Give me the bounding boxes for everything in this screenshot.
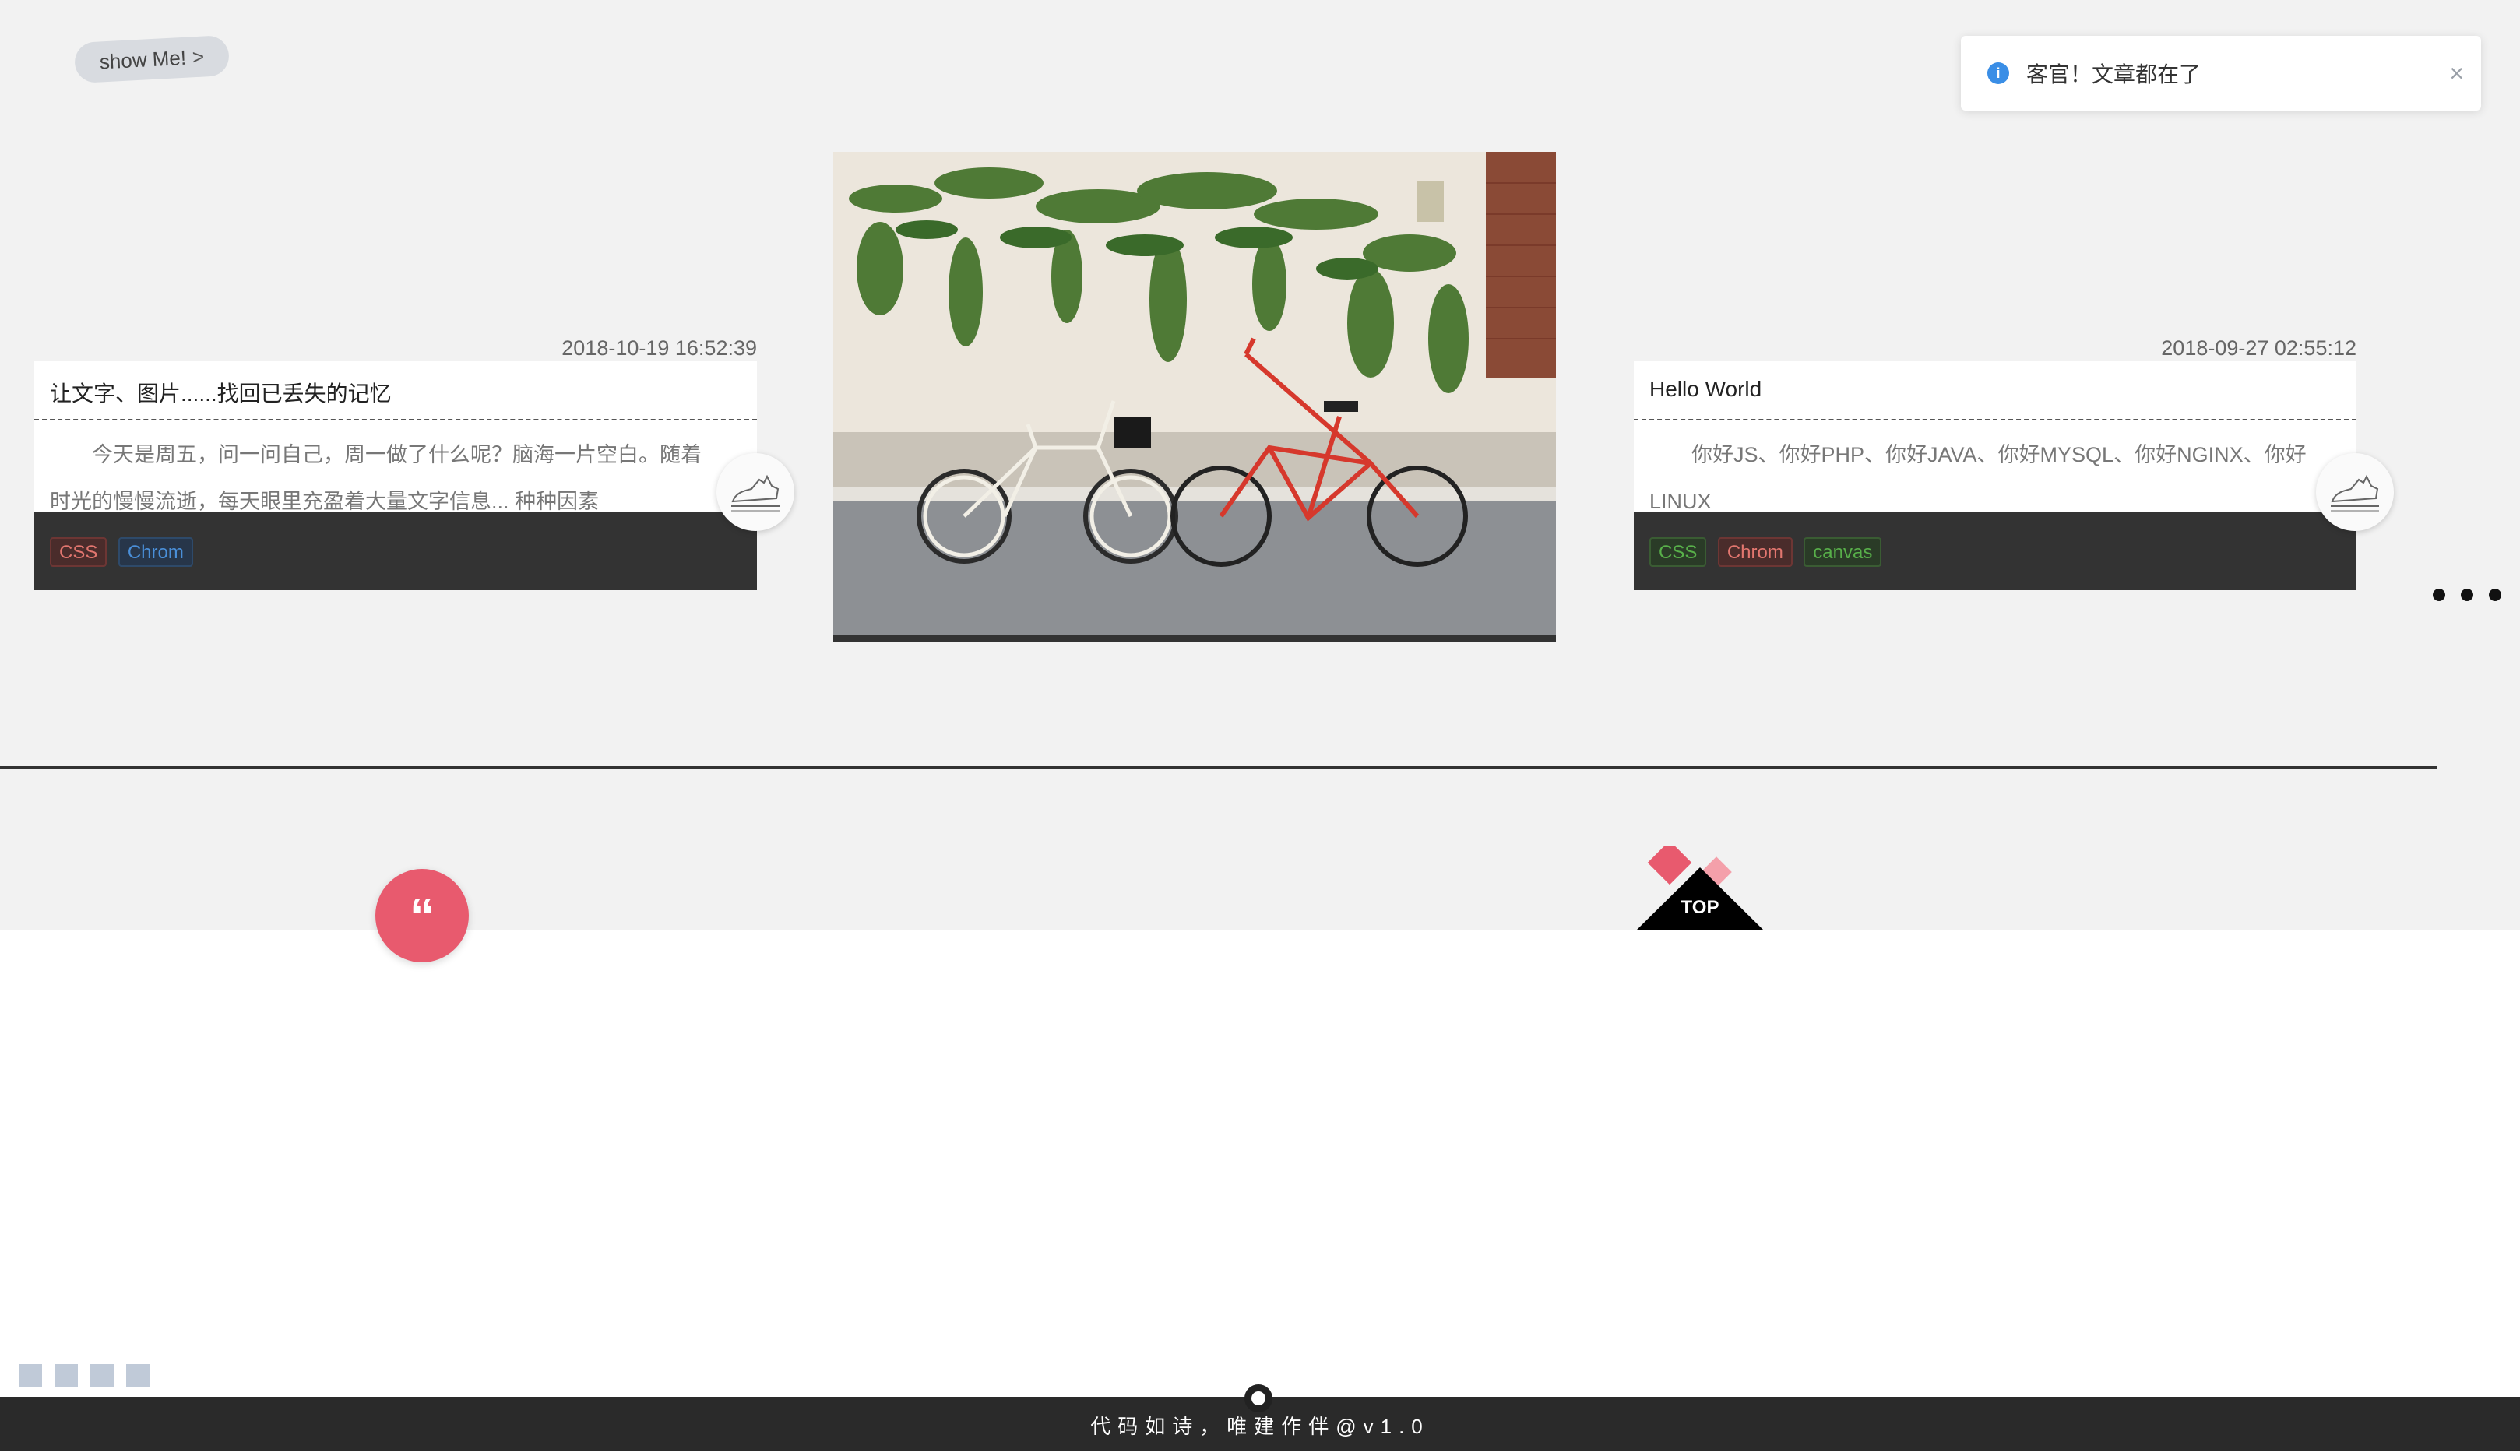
tag-bar: CSS Chrom [34,512,757,590]
loading-indicator [19,1364,162,1391]
notification-toast: i 客官！文章都在了 × [1961,36,2481,111]
article-title[interactable]: 让文字、图片......找回已丢失的记忆 [34,361,757,420]
favorite-button[interactable] [2316,453,2394,531]
dot [2461,589,2473,601]
close-icon[interactable]: × [2449,59,2464,88]
tag-chrom[interactable]: Chrom [1717,537,1793,567]
tag-canvas[interactable]: canvas [1804,537,1882,567]
dot [2489,589,2501,601]
favorite-button[interactable] [716,453,794,531]
dot [2433,589,2445,601]
article-title[interactable]: Hello World [1634,361,2356,420]
notification-message: 客官！文章都在了 [2026,62,2201,86]
bicycles-image [833,152,1556,642]
footer-text: 代码如诗，唯建作伴@v1.0 [1090,1415,1430,1438]
sneaker-icon [731,474,780,512]
chevron-right-icon: > [192,44,205,69]
article-card[interactable]: 2018-09-27 02:55:12 Hello World 你好JS、你好P… [1634,336,2356,643]
show-me-label: show Me! [99,45,187,73]
article-date: 2018-10-19 16:52:39 [561,336,757,360]
article-excerpt: 你好JS、你好PHP、你好JAVA、你好MYSQL、你好NGINX、你好LINU… [1634,420,2356,513]
tag-css[interactable]: CSS [1649,537,1707,567]
loader-square [90,1364,114,1387]
featured-photo[interactable] [833,152,1556,642]
quote-button[interactable]: “ [375,869,469,962]
tag-css[interactable]: CSS [50,537,107,567]
article-date: 2018-09-27 02:55:12 [2161,336,2356,360]
tag-bar: CSS Chrom canvas [1634,512,2356,590]
loader-square [19,1364,42,1387]
info-icon: i [1987,62,2009,84]
show-me-button[interactable]: show Me! > [73,34,231,84]
loader-square [55,1364,78,1387]
article-excerpt: 今天是周五，问一问自己，周一做了什么呢？脑海一片空白。随着时光的慢慢流逝，每天眼… [34,420,757,513]
tag-chrom[interactable]: Chrom [118,537,193,567]
more-icon[interactable] [2433,589,2517,605]
sneaker-icon [2331,474,2379,512]
top-label: TOP [1681,897,1719,918]
loader-square [126,1364,150,1387]
section-divider [0,766,2437,769]
article-card[interactable]: 2018-10-19 16:52:39 让文字、图片......找回已丢失的记忆… [34,336,757,643]
back-to-top-button[interactable]: TOP [1637,840,1763,930]
footer-toggle-knob[interactable] [1244,1384,1272,1412]
